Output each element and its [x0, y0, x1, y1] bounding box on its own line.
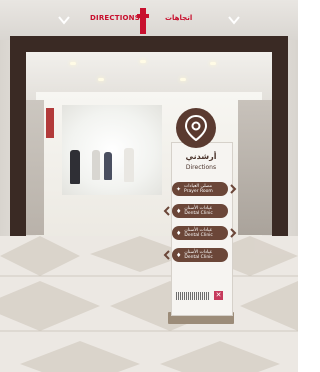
direction-row: ♦ عيادات الأسنان Dental Clinic — [172, 226, 238, 240]
chevron-right-icon — [230, 228, 237, 238]
sign-top-disc — [176, 108, 216, 148]
direction-pill: ♦ عيادات الأسنان Dental Clinic — [172, 248, 228, 262]
chevron-down-icon — [58, 16, 70, 25]
close-icon: ✕ — [214, 291, 223, 300]
direction-label-en: Dental Clinic — [184, 233, 213, 238]
direction-label-en: Prayer Room — [184, 189, 213, 194]
location-pin-icon — [185, 115, 207, 141]
photo-scene: DIRECTIONS اتجاهات أرشدني Directions ✦ م… — [0, 0, 298, 372]
direction-label-en: Dental Clinic — [184, 255, 213, 260]
prayer-icon: ✦ — [176, 185, 182, 193]
tooth-icon: ♦ — [176, 207, 182, 215]
marble-floor — [0, 236, 298, 372]
direction-row: ✦ مصلى العيادات Prayer Room — [172, 182, 238, 196]
door-frame — [10, 36, 288, 236]
sign-title-en: Directions — [185, 164, 217, 171]
chevron-left-icon — [163, 250, 170, 260]
direction-row: ♦ عيادات الأسنان Dental Clinic — [162, 204, 228, 218]
tooth-icon: ♦ — [176, 251, 182, 259]
barcode — [176, 292, 210, 300]
direction-pill: ♦ عيادات الأسنان Dental Clinic — [172, 204, 228, 218]
chevron-right-icon — [230, 184, 237, 194]
direction-pill: ✦ مصلى العيادات Prayer Room — [172, 182, 228, 196]
sign-title-ar: أرشدني — [185, 152, 217, 161]
header-label-ar: اتجاهات — [165, 14, 193, 22]
direction-pill: ♦ عيادات الأسنان Dental Clinic — [172, 226, 228, 240]
logo-figure-icon — [137, 8, 149, 34]
direction-label-en: Dental Clinic — [184, 211, 213, 216]
chevron-down-icon — [228, 16, 240, 25]
chevron-left-icon — [163, 206, 170, 216]
tooth-icon: ♦ — [176, 229, 182, 237]
header-label-en: DIRECTIONS — [90, 14, 140, 22]
direction-row: ♦ عيادات الأسنان Dental Clinic — [162, 248, 228, 262]
